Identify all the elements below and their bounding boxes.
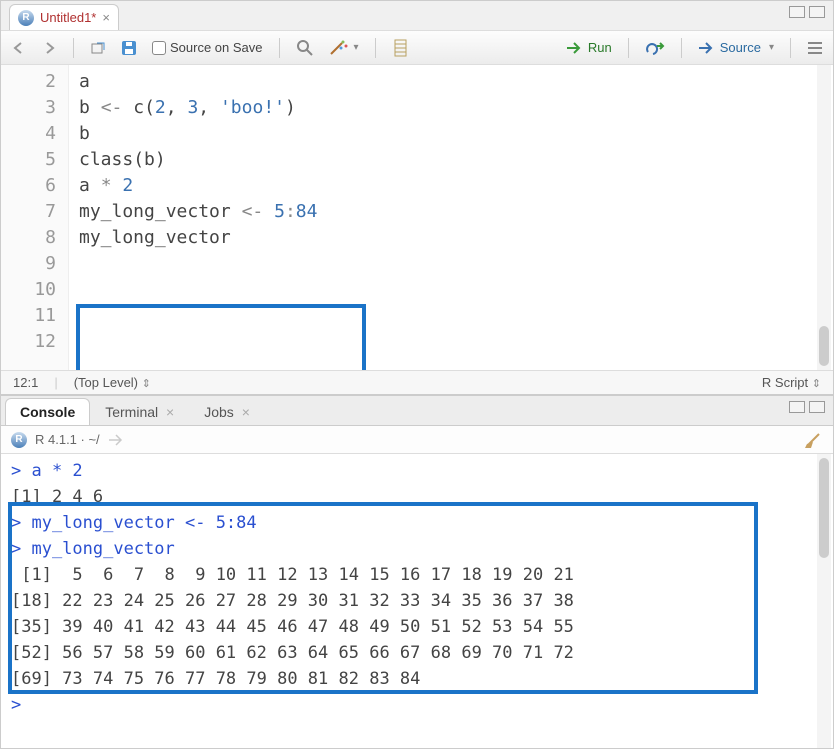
console-vertical-scrollbar[interactable] [817,454,831,748]
line-number-gutter: 23456789101112 [1,65,69,370]
source-button[interactable]: Source ▾ [698,40,774,55]
source-label: Source [720,40,761,55]
scrollbar-thumb[interactable] [819,326,829,366]
tab-terminal[interactable]: Terminal × [90,398,189,425]
code-tools-button[interactable]: ▾ [328,39,359,57]
updown-icon: ⇕ [812,378,821,390]
code-line[interactable]: my_long_vector <- 5:84 [79,199,833,225]
close-tab-icon[interactable]: × [102,10,110,25]
r-version-label: R 4.1.1 · ~/ [35,432,100,447]
tab-console[interactable]: Console [5,398,90,425]
console-input-line: > a * 2 [11,458,823,484]
console-output-line: [1] 5 6 7 8 9 10 11 12 13 14 15 16 17 18… [11,562,823,588]
run-button[interactable]: Run [566,40,612,55]
minimize-pane-icon[interactable] [789,401,805,413]
line-number: 10 [1,277,56,303]
source-arrow-icon [698,41,716,55]
find-button[interactable] [296,39,314,57]
editor-tab-bar: R Untitled1* × [1,1,833,31]
line-number: 2 [1,69,56,95]
forward-button[interactable] [41,40,57,56]
editor-vertical-scrollbar[interactable] [817,65,831,370]
code-line[interactable]: my_long_vector [79,225,833,251]
rerun-icon [645,40,665,56]
rerun-button[interactable] [645,40,665,56]
arrow-left-icon [11,40,27,56]
line-number: 7 [1,199,56,225]
arrow-right-icon [41,40,57,56]
file-tab[interactable]: R Untitled1* × [9,4,119,30]
code-line[interactable]: b <- c(2, 3, 'boo!') [79,95,833,121]
outline-icon [807,41,823,55]
console-tab-bar: Console Terminal × Jobs × [1,396,833,426]
dropdown-caret-icon: ▾ [769,42,774,53]
window-controls [789,401,825,413]
cursor-position: 12:1 [13,375,38,390]
line-number: 6 [1,173,56,199]
scope-selector[interactable]: (Top Level) ⇕ [74,375,151,390]
line-number: 9 [1,251,56,277]
editor-pane: R Untitled1* × Source on Save [1,1,833,395]
wand-icon [328,39,350,57]
console-input-line: > [11,692,823,718]
open-folder-icon[interactable] [108,433,124,447]
dropdown-caret-icon: ▾ [354,42,359,53]
close-icon[interactable]: × [166,404,174,420]
console-input-line: > my_long_vector <- 5:84 [11,510,823,536]
compile-report-button[interactable] [392,39,408,57]
code-line[interactable]: a [79,69,833,95]
line-number: 5 [1,147,56,173]
console-output-line: [1] 2 4 6 [11,484,823,510]
r-file-icon: R [18,10,34,26]
console-output-line: [52] 56 57 58 59 60 61 62 63 64 65 66 67… [11,640,823,666]
window-controls [789,6,825,18]
line-number: 8 [1,225,56,251]
maximize-pane-icon[interactable] [809,401,825,413]
line-number: 12 [1,329,56,355]
checkbox-icon [152,41,166,55]
editor-toolbar: Source on Save ▾ Run Source ▾ [1,31,833,65]
line-number: 3 [1,95,56,121]
show-in-new-window-button[interactable] [90,40,106,56]
r-logo-icon: R [11,432,27,448]
console-input-line: > my_long_vector [11,536,823,562]
close-icon[interactable]: × [242,404,250,420]
console-output-line: [69] 73 74 75 76 77 78 79 80 81 82 83 84 [11,666,823,692]
outline-button[interactable] [807,41,823,55]
source-on-save-label: Source on Save [170,40,263,55]
maximize-pane-icon[interactable] [809,6,825,18]
scrollbar-thumb[interactable] [819,458,829,558]
save-icon [120,39,138,57]
updown-icon: ⇕ [142,378,151,390]
search-icon [296,39,314,57]
tab-jobs[interactable]: Jobs × [189,398,265,425]
code-editor[interactable]: 23456789101112 ab <- c(2, 3, 'boo!')bcla… [1,65,833,370]
console-output[interactable]: > a * 2[1] 2 4 6> my_long_vector <- 5:84… [1,454,833,748]
run-arrow-icon [566,41,584,55]
broom-icon [803,431,823,449]
source-on-save-toggle[interactable]: Source on Save [152,40,263,55]
run-label: Run [588,40,612,55]
popout-icon [90,40,106,56]
console-pane: Console Terminal × Jobs × R R 4.1.1 · ~/… [1,395,833,748]
save-button[interactable] [120,39,138,57]
editor-status-bar: 12:1 | (Top Level) ⇕ R Script ⇕ [1,370,833,394]
file-tab-title: Untitled1* [40,10,96,25]
code-line[interactable]: b [79,121,833,147]
clear-console-button[interactable] [803,431,823,449]
notebook-icon [392,39,408,57]
console-info-bar: R R 4.1.1 · ~/ [1,426,833,454]
code-line[interactable]: a * 2 [79,173,833,199]
code-line[interactable]: class(b) [79,147,833,173]
back-button[interactable] [11,40,27,56]
minimize-pane-icon[interactable] [789,6,805,18]
console-output-line: [18] 22 23 24 25 26 27 28 29 30 31 32 33… [11,588,823,614]
language-selector[interactable]: R Script ⇕ [762,375,821,390]
line-number: 11 [1,303,56,329]
console-output-line: [35] 39 40 41 42 43 44 45 46 47 48 49 50… [11,614,823,640]
code-body[interactable]: ab <- c(2, 3, 'boo!')bclass(b)a * 2my_lo… [69,65,833,370]
line-number: 4 [1,121,56,147]
